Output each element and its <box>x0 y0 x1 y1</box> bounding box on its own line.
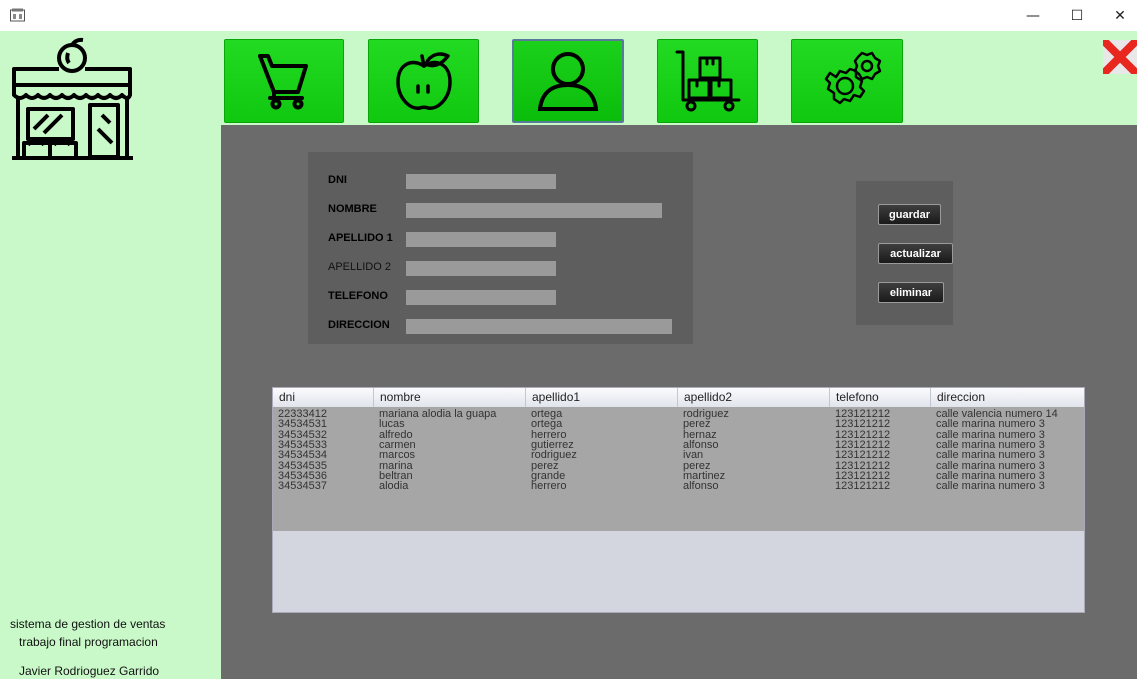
window-titlebar: — ☐ ✕ <box>0 0 1137 31</box>
column-header-apellido1[interactable]: apellido1 <box>526 388 678 407</box>
nombre-field[interactable] <box>406 203 662 218</box>
cell-nombre: alodia <box>379 480 409 493</box>
apple-icon <box>395 52 452 110</box>
store-logo-icon <box>12 37 133 160</box>
direccion-field[interactable] <box>406 319 672 334</box>
update-button[interactable]: actualizar <box>878 243 953 264</box>
cell-direccion: calle marina numero 3 <box>936 480 1045 493</box>
minimize-button[interactable]: — <box>1023 7 1043 25</box>
nombre-label: NOMBRE <box>328 203 377 215</box>
footer-app-name: sistema de gestion de ventas <box>10 617 166 631</box>
column-header-apellido2[interactable]: apellido2 <box>678 388 830 407</box>
save-button[interactable]: guardar <box>878 204 941 225</box>
nav-settings-button[interactable] <box>791 39 903 123</box>
user-icon <box>537 52 599 111</box>
table-body: 22333412 mariana alodia la guapa ortega rod… <box>273 407 1084 531</box>
boxes-cart-icon <box>675 50 740 112</box>
apellido2-label: APELLIDO 2 <box>328 261 391 273</box>
gears-icon <box>824 51 882 105</box>
table-header: dni nombre apellido1 apellido2 telefono … <box>273 388 1084 408</box>
delete-button[interactable]: eliminar <box>878 282 944 303</box>
cart-icon <box>258 54 308 110</box>
nav-clients-button[interactable] <box>512 39 624 123</box>
app-close-button[interactable] <box>1100 37 1137 77</box>
nav-suppliers-button[interactable] <box>657 39 758 123</box>
dni-field[interactable] <box>406 174 556 189</box>
nav-sales-button[interactable] <box>224 39 344 123</box>
cell-telefono: 123121212 <box>835 480 891 493</box>
clients-table[interactable]: dni nombre apellido1 apellido2 telefono … <box>272 387 1085 613</box>
apellido2-field[interactable] <box>406 261 556 276</box>
cell-dni: 34534537 <box>278 480 327 493</box>
red-x-icon <box>1100 37 1137 77</box>
footer-author: Javier Rodrioguez Garrido <box>19 664 160 678</box>
column-header-nombre[interactable]: nombre <box>374 388 526 407</box>
apellido1-label: APELLIDO 1 <box>328 232 393 244</box>
maximize-button[interactable]: ☐ <box>1067 7 1087 25</box>
apellido1-field[interactable] <box>406 232 556 247</box>
telefono-label: TELEFONO <box>328 290 388 302</box>
window-close-button[interactable]: ✕ <box>1110 7 1130 25</box>
column-header-telefono[interactable]: telefono <box>830 388 931 407</box>
dni-label: DNI <box>328 174 347 186</box>
cell-apellido1: herrero <box>531 480 567 493</box>
cell-apellido2: alfonso <box>683 480 719 493</box>
column-header-direccion[interactable]: direccion <box>931 388 1084 407</box>
table-row[interactable]: 34534537 alodia herrero alfonso 123121212 cal… <box>273 480 1084 493</box>
column-header-dni[interactable]: dni <box>273 388 374 407</box>
app-icon <box>10 8 25 22</box>
direccion-label: DIRECCION <box>328 319 390 331</box>
footer-subtitle: trabajo final programacion <box>19 635 158 649</box>
nav-products-button[interactable] <box>368 39 479 123</box>
telefono-field[interactable] <box>406 290 556 305</box>
